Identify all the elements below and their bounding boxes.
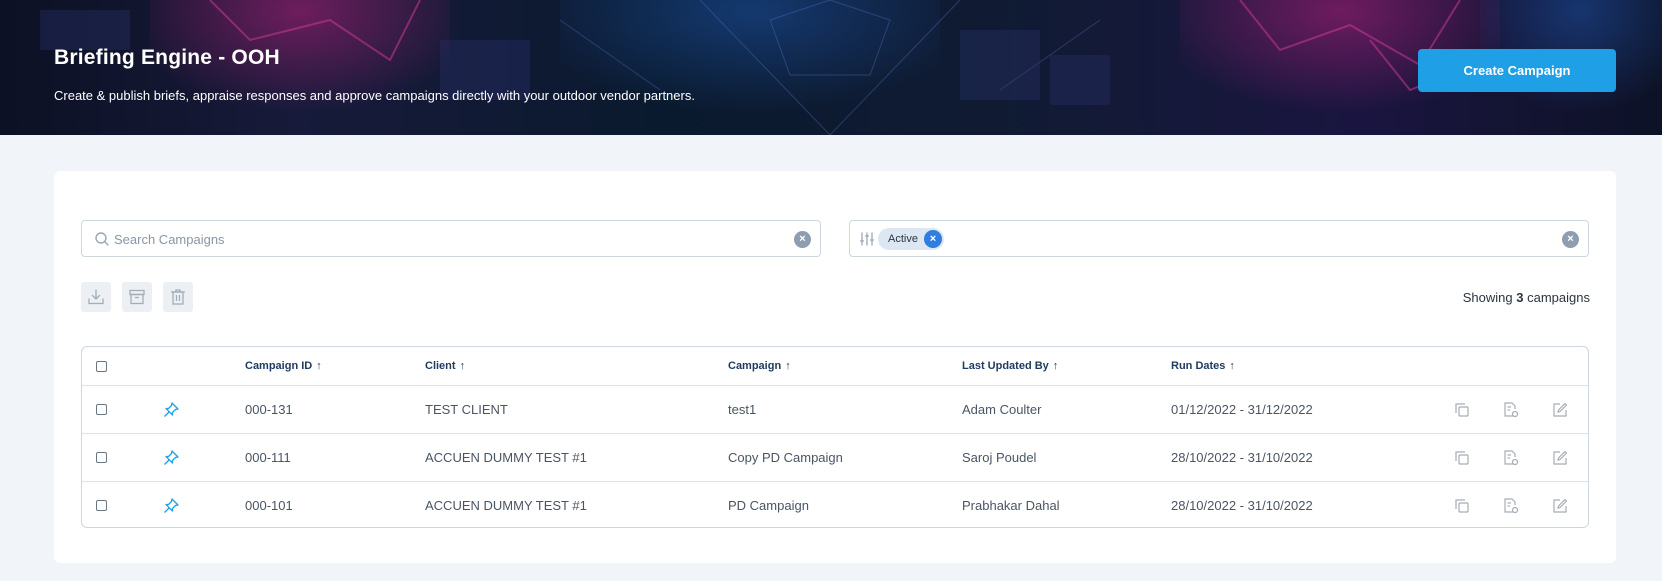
header-banner: Briefing Engine - OOH Create & publish b… — [0, 0, 1662, 135]
column-header-client[interactable]: Client ↑ — [425, 347, 465, 385]
archive-icon — [129, 289, 145, 305]
filter-chip-label: Active — [888, 233, 918, 245]
column-header-campaign-id[interactable]: Campaign ID ↑ — [245, 347, 322, 385]
column-header-last-updated-by[interactable]: Last Updated By ↑ — [962, 347, 1058, 385]
filter-box[interactable]: Active × × — [849, 220, 1589, 257]
column-label: Campaign — [728, 360, 782, 372]
clear-filter-icon[interactable]: × — [1562, 231, 1579, 248]
delete-button[interactable] — [163, 282, 193, 312]
sort-arrow-icon: ↑ — [785, 360, 791, 372]
edit-icon[interactable] — [1550, 448, 1570, 468]
column-label: Run Dates — [1171, 360, 1226, 372]
copy-icon[interactable] — [1452, 400, 1472, 420]
cell-campaign-id: 000-111 — [245, 450, 291, 465]
search-icon — [95, 232, 109, 246]
column-header-run-dates[interactable]: Run Dates ↑ — [1171, 347, 1235, 385]
campaign-count-text: Showing 3 campaigns — [1463, 290, 1590, 305]
column-label: Last Updated By — [962, 360, 1049, 372]
column-label: Campaign ID — [245, 360, 313, 372]
copy-icon[interactable] — [1452, 496, 1472, 516]
search-input[interactable] — [114, 229, 774, 249]
table-header-row: Campaign ID ↑ Client ↑ Campaign ↑ Last Upda… — [82, 347, 1588, 386]
table-row[interactable]: 000-111 ACCUEN DUMMY TEST #1 Copy PD Cam… — [82, 434, 1588, 482]
cell-client: ACCUEN DUMMY TEST #1 — [425, 498, 587, 513]
count-suffix: campaigns — [1527, 290, 1590, 305]
edit-icon[interactable] — [1550, 496, 1570, 516]
cell-run-dates: 28/10/2022 - 31/10/2022 — [1171, 450, 1313, 465]
cell-campaign: PD Campaign — [728, 498, 809, 513]
sort-arrow-icon: ↑ — [1229, 360, 1235, 372]
filter-chip-active: Active × — [878, 228, 944, 250]
document-settings-icon[interactable] — [1501, 448, 1521, 468]
cell-last-updated-by: Adam Coulter — [962, 402, 1042, 417]
filter-sliders-icon[interactable] — [859, 231, 875, 247]
cell-last-updated-by: Prabhakar Dahal — [962, 498, 1060, 513]
cell-campaign-id: 000-101 — [245, 498, 293, 513]
clear-search-icon[interactable]: × — [794, 231, 811, 248]
search-box: × — [81, 220, 821, 257]
page-title: Briefing Engine - OOH — [54, 46, 280, 69]
row-checkbox[interactable] — [96, 452, 107, 463]
select-all-checkbox[interactable] — [96, 360, 107, 372]
page-subtitle: Create & publish briefs, appraise respon… — [54, 88, 695, 103]
campaigns-table: Campaign ID ↑ Client ↑ Campaign ↑ Last Upda… — [81, 346, 1589, 528]
edit-icon[interactable] — [1550, 400, 1570, 420]
campaign-count: 3 — [1516, 290, 1524, 305]
cell-client: ACCUEN DUMMY TEST #1 — [425, 450, 587, 465]
document-settings-icon[interactable] — [1501, 400, 1521, 420]
cell-last-updated-by: Saroj Poudel — [962, 450, 1037, 465]
table-row[interactable]: 000-131 TEST CLIENT test1 Adam Coulter 0… — [82, 386, 1588, 434]
sort-arrow-icon: ↑ — [316, 360, 322, 372]
create-campaign-button[interactable]: Create Campaign — [1418, 49, 1616, 92]
cell-run-dates: 28/10/2022 - 31/10/2022 — [1171, 498, 1313, 513]
pin-icon[interactable] — [162, 401, 180, 419]
document-settings-icon[interactable] — [1501, 496, 1521, 516]
table-row[interactable]: 000-101 ACCUEN DUMMY TEST #1 PD Campaign… — [82, 482, 1588, 527]
cell-campaign: Copy PD Campaign — [728, 450, 843, 465]
column-header-campaign[interactable]: Campaign ↑ — [728, 347, 791, 385]
download-icon — [88, 289, 104, 305]
sort-arrow-icon: ↑ — [459, 360, 466, 372]
count-prefix: Showing — [1462, 290, 1513, 305]
copy-icon[interactable] — [1452, 448, 1472, 468]
pin-icon[interactable] — [162, 497, 180, 515]
campaigns-card: × Active × × — [54, 171, 1616, 563]
archive-button[interactable] — [122, 282, 152, 312]
cell-campaign: test1 — [728, 402, 757, 417]
cell-campaign-id: 000-131 — [245, 402, 293, 417]
download-button[interactable] — [81, 282, 111, 312]
trash-icon — [171, 289, 185, 305]
row-checkbox[interactable] — [96, 404, 107, 415]
row-checkbox[interactable] — [96, 500, 107, 511]
column-label: Client — [425, 360, 456, 372]
sort-arrow-icon: ↑ — [1052, 360, 1059, 372]
cell-run-dates: 01/12/2022 - 31/12/2022 — [1171, 402, 1313, 417]
pin-icon[interactable] — [162, 449, 180, 467]
cell-client: TEST CLIENT — [425, 402, 508, 417]
remove-chip-icon[interactable]: × — [923, 230, 942, 248]
